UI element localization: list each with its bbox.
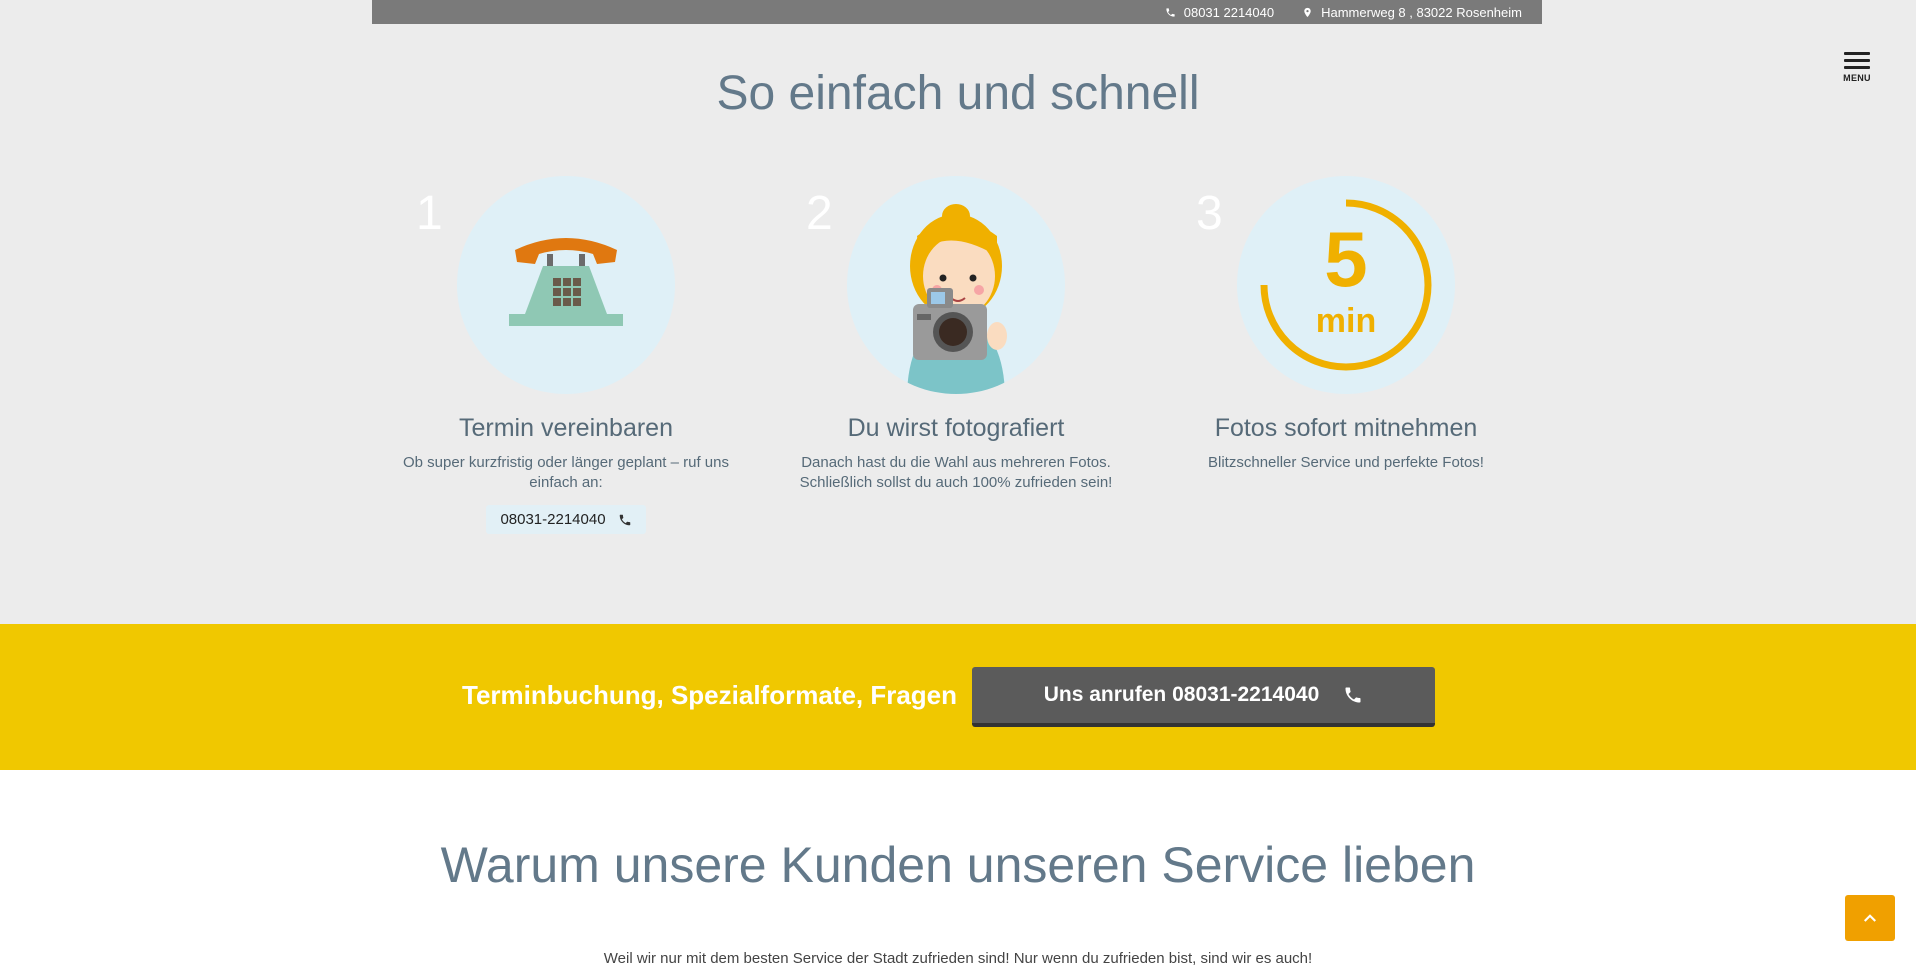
step-2: 2 Du wirst fotografiert Danach hast du d… [776,176,1136,493]
phone-icon [619,514,630,525]
call-us-button-label: Uns anrufen 08031-2214040 [1043,683,1320,706]
step-number: 2 [806,187,833,240]
step-1: 1 Termin vereinbaren Ob super kurzfristi… [386,176,746,534]
step-phone-number: 08031-2214040 [500,511,606,528]
step-number: 1 [416,187,443,240]
phone-icon [1166,7,1175,17]
back-to-top-button[interactable] [1845,895,1895,941]
step-text: Blitzschneller Service und perfekte Foto… [1208,454,1484,471]
topbar-phone[interactable]: 08031 2214040 [1165,5,1274,20]
topbar-address-text: Hammerweg 8 , 83022 Rosenheim [1321,4,1522,20]
call-to-action-banner: Terminbuchung, Spezialformate, Fragen Un… [0,624,1916,770]
timer-illustration: 5 min [1237,176,1455,394]
timer-number: 5 [1324,215,1368,303]
why-section: Warum unsere Kunden unseren Service lieb… [0,770,1916,979]
why-title: Warum unsere Kunden unseren Service lieb… [440,837,1476,893]
telephone-illustration [457,176,675,394]
call-us-button[interactable]: Uns anrufen 08031-2214040 [972,667,1435,727]
why-subtitle: Weil wir nur mit dem besten Service der … [603,950,1313,967]
step-3: 3 5 min Fotos sofort mitnehmen Blitzschn… [1166,176,1526,473]
topbar-phone-text: 08031 2214040 [1183,4,1275,20]
step-number: 3 [1196,187,1223,240]
section-title: So einfach und schnell [716,67,1200,120]
map-pin-icon [1304,7,1311,17]
step-phone-button[interactable]: 08031-2214040 [486,505,646,534]
top-contact-bar: 08031 2214040 Hammerweg 8 , 83022 Rosenh… [372,0,1542,24]
step-text: Ob super kurzfristig oder länger geplant… [402,454,729,491]
photographer-illustration [847,176,1065,394]
chevron-up-icon [1864,914,1876,922]
topbar-address[interactable]: Hammerweg 8 , 83022 Rosenheim [1302,5,1522,20]
step-title: Termin vereinbaren [459,414,673,442]
banner-text: Terminbuchung, Spezialformate, Fragen [462,680,958,710]
timer-unit: min [1315,302,1377,340]
step-title: Fotos sofort mitnehmen [1214,414,1478,442]
step-text: Danach hast du die Wahl aus mehreren Fot… [799,454,1113,491]
phone-icon [1345,687,1361,703]
step-title: Du wirst fotografiert [847,414,1065,442]
